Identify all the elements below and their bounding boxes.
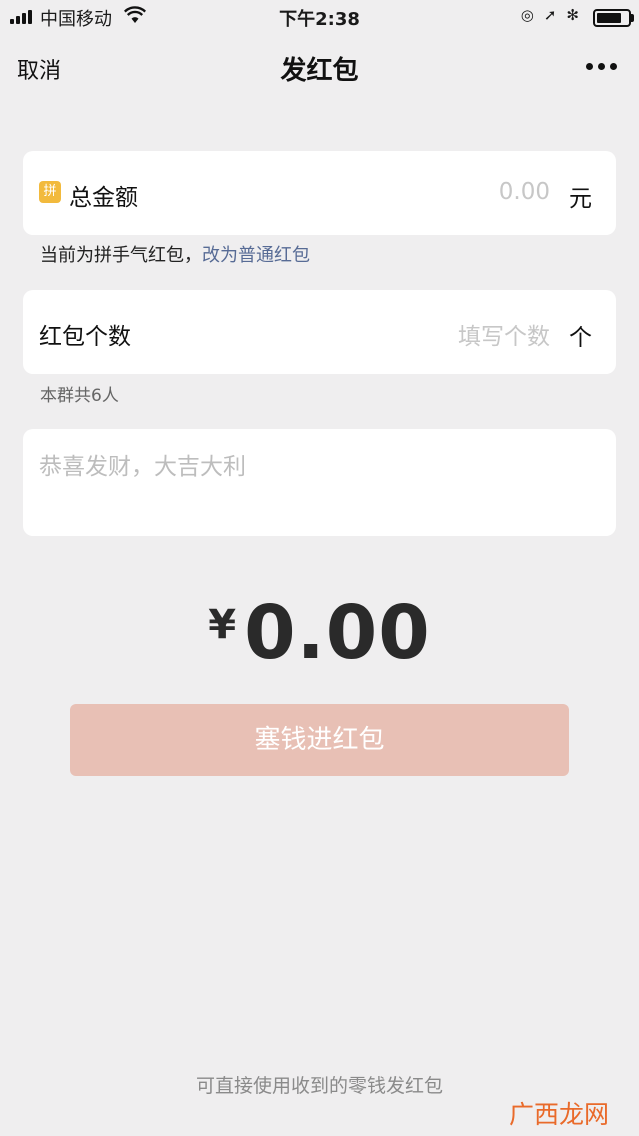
page-title: 发红包 bbox=[280, 56, 359, 86]
count-label: 红包个数 bbox=[39, 324, 131, 350]
amount-unit: 元 bbox=[569, 186, 592, 212]
orientation-lock-icon: ◎ bbox=[520, 6, 534, 24]
count-card[interactable]: 红包个数 填写个数 个 bbox=[23, 290, 616, 374]
count-input[interactable]: 填写个数 bbox=[458, 317, 550, 351]
footer-note: 可直接使用收到的零钱发红包 bbox=[195, 1075, 443, 1097]
status-bar: 中国移动 下午2:38 ◎ ➚ ✻ bbox=[0, 0, 639, 34]
total-amount: ¥0.00 bbox=[0, 590, 639, 676]
lucky-badge-icon: 拼 bbox=[39, 181, 61, 203]
battery-icon bbox=[593, 9, 634, 27]
status-icons: ◎ ➚ ✻ bbox=[521, 6, 579, 24]
submit-button[interactable]: 塞钱进红包 bbox=[70, 704, 569, 776]
mode-hint: 当前为拼手气红包，改为普通红包 bbox=[40, 241, 310, 267]
amount-label: 总金额 bbox=[69, 185, 138, 211]
amount-card[interactable]: 拼 总金额 0.00 元 bbox=[23, 151, 616, 235]
message-card[interactable]: 恭喜发财，大吉大利 bbox=[23, 429, 616, 536]
mode-hint-text: 当前为拼手气红包， bbox=[40, 245, 202, 266]
count-unit: 个 bbox=[569, 325, 592, 351]
more-icon[interactable] bbox=[586, 63, 617, 70]
group-hint: 本群共6人 bbox=[40, 386, 119, 406]
switch-to-normal-link[interactable]: 改为普通红包 bbox=[202, 245, 310, 266]
watermark: 广西龙网 bbox=[508, 1100, 609, 1129]
currency-symbol: ¥ bbox=[208, 602, 237, 648]
message-input[interactable]: 恭喜发财，大吉大利 bbox=[39, 447, 246, 481]
total-value: 0.00 bbox=[244, 590, 431, 676]
location-icon: ➚ bbox=[543, 6, 557, 24]
bluetooth-icon: ✻ bbox=[566, 6, 579, 24]
amount-input[interactable]: 0.00 bbox=[499, 179, 550, 205]
